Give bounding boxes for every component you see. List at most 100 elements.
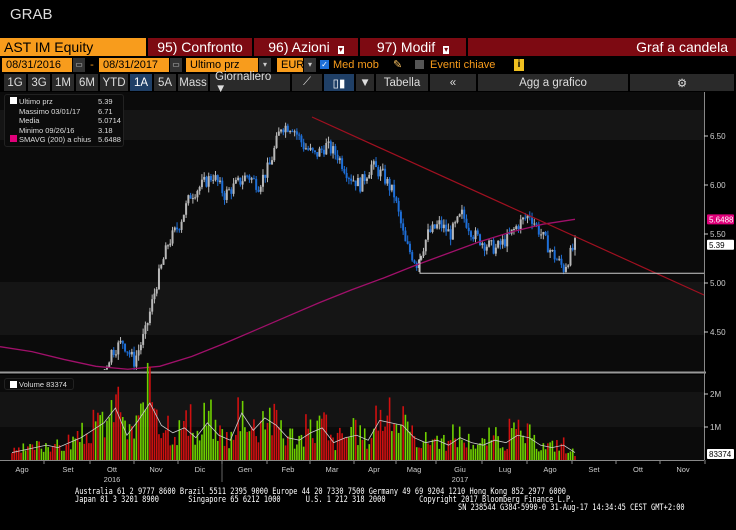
candle-body bbox=[225, 189, 228, 200]
candle-body bbox=[449, 229, 452, 240]
volume-bar bbox=[359, 425, 362, 460]
calendar-icon[interactable]: ▭ bbox=[170, 57, 182, 72]
volume-bar bbox=[393, 423, 395, 460]
candle-body bbox=[359, 177, 362, 192]
info-icon[interactable]: i bbox=[514, 58, 524, 71]
candle-body bbox=[200, 179, 203, 188]
volume-bar bbox=[246, 431, 248, 460]
candle-body bbox=[219, 180, 222, 182]
chevron-down-icon[interactable]: ▼ bbox=[356, 74, 374, 91]
candle-body bbox=[261, 174, 264, 187]
volume-bar bbox=[377, 430, 380, 460]
volume-bar bbox=[483, 438, 486, 460]
candle-body bbox=[429, 229, 432, 233]
volume-bar bbox=[562, 437, 565, 460]
candle-body bbox=[169, 243, 172, 246]
candle-body bbox=[266, 162, 269, 178]
chevron-down-icon[interactable]: ▾ bbox=[259, 57, 271, 72]
period-mass[interactable]: Mass bbox=[178, 74, 208, 91]
period-1a[interactable]: 1A bbox=[130, 74, 152, 91]
legend-item: SMAVG (200) a chius 5.6488 bbox=[10, 135, 123, 145]
volume-bar bbox=[447, 440, 450, 460]
candle-body bbox=[375, 161, 378, 168]
chevron-down-icon: ▾ bbox=[337, 45, 344, 54]
currency-select[interactable]: EUR bbox=[277, 57, 304, 72]
volume-bar bbox=[458, 426, 461, 460]
volume-bar bbox=[65, 444, 68, 460]
candle-body bbox=[458, 214, 461, 217]
legend-label: Media bbox=[19, 116, 40, 126]
volume-bar bbox=[456, 447, 459, 460]
candle-body bbox=[345, 172, 348, 179]
candle-body bbox=[567, 265, 570, 267]
candle-body bbox=[494, 247, 497, 254]
volume-bar bbox=[176, 445, 178, 460]
chart-type-title: Graf a candela bbox=[468, 38, 736, 56]
volume-bar bbox=[531, 438, 533, 460]
volume-bar bbox=[287, 436, 289, 460]
calendar-icon[interactable]: ▭ bbox=[73, 57, 85, 72]
volume-bar bbox=[60, 450, 63, 460]
volume-bar bbox=[519, 430, 522, 460]
volume-bar bbox=[151, 402, 153, 460]
period-1m[interactable]: 1M bbox=[52, 74, 74, 91]
frequency-select[interactable]: Giornaliero ▼ bbox=[210, 71, 290, 95]
volume-bar bbox=[131, 426, 133, 460]
candle-body bbox=[343, 169, 346, 173]
candle-body bbox=[212, 179, 215, 181]
edit-menu[interactable]: 97) Modif ▾ bbox=[360, 38, 466, 56]
moving-avg-checkbox[interactable]: ✓ bbox=[320, 60, 329, 69]
volume-bar bbox=[406, 421, 409, 460]
volume-bar bbox=[282, 438, 285, 460]
candle-body bbox=[275, 135, 278, 148]
volume-bar bbox=[85, 433, 88, 460]
add-to-chart-button[interactable]: Agg a grafico bbox=[478, 74, 628, 91]
ticker-field[interactable]: AST IM Equity bbox=[0, 38, 146, 56]
actions-menu[interactable]: 96) Azioni ▾ bbox=[254, 38, 358, 56]
chevron-down-icon[interactable]: ▾ bbox=[304, 57, 316, 72]
settings-icon[interactable]: ⚙ bbox=[630, 74, 734, 91]
price-chart[interactable]: 6.50 6.00 5.50 5.00 4.50 5.6488 5.39 2M 1M 83374 A… bbox=[0, 92, 736, 482]
table-button[interactable]: Tabella bbox=[376, 74, 428, 91]
candle-body bbox=[148, 311, 151, 324]
volume-bar bbox=[167, 415, 169, 460]
line-chart-icon[interactable]: ⟋ bbox=[292, 74, 322, 91]
candle-body bbox=[571, 247, 574, 250]
period-1g[interactable]: 1G bbox=[4, 74, 26, 91]
pencil-icon[interactable]: ✎ bbox=[393, 58, 407, 71]
volume-bar bbox=[436, 435, 438, 460]
candle-body bbox=[490, 240, 493, 242]
candle-body bbox=[121, 340, 124, 344]
field-select[interactable]: Ultimo prz bbox=[186, 57, 258, 72]
period-5a[interactable]: 5A bbox=[154, 74, 176, 91]
volume-bar bbox=[382, 430, 384, 460]
volume-bar bbox=[69, 449, 72, 460]
period-6m[interactable]: 6M bbox=[76, 74, 98, 91]
volume-bar bbox=[513, 422, 515, 460]
end-date-input[interactable]: 08/31/2017 bbox=[99, 57, 169, 72]
volume-bar bbox=[101, 411, 104, 460]
volume-bar bbox=[357, 445, 359, 460]
candle-body bbox=[151, 299, 154, 312]
volume-bar bbox=[307, 428, 309, 460]
candle-body bbox=[422, 251, 425, 257]
key-events-checkbox[interactable] bbox=[415, 60, 424, 69]
volume-bar bbox=[397, 432, 400, 460]
volume-bar bbox=[424, 432, 427, 460]
candle-body bbox=[216, 175, 219, 182]
volume-bar bbox=[528, 424, 531, 460]
candle-body bbox=[167, 245, 170, 247]
period-ytd[interactable]: YTD bbox=[100, 74, 128, 91]
volume-bar bbox=[255, 436, 257, 460]
volume-bar bbox=[27, 446, 29, 460]
back-button[interactable]: « bbox=[430, 74, 476, 91]
volume-bar bbox=[212, 438, 215, 460]
candle-body bbox=[381, 168, 384, 170]
month-label: Ott bbox=[633, 465, 644, 474]
candle-body bbox=[402, 223, 405, 231]
candle-chart-icon[interactable]: ▯▮ bbox=[324, 74, 354, 91]
candle-body bbox=[316, 152, 319, 157]
period-3g[interactable]: 3G bbox=[28, 74, 50, 91]
start-date-input[interactable]: 08/31/2016 bbox=[2, 57, 72, 72]
compare-button[interactable]: 95) Confronto bbox=[148, 38, 252, 56]
